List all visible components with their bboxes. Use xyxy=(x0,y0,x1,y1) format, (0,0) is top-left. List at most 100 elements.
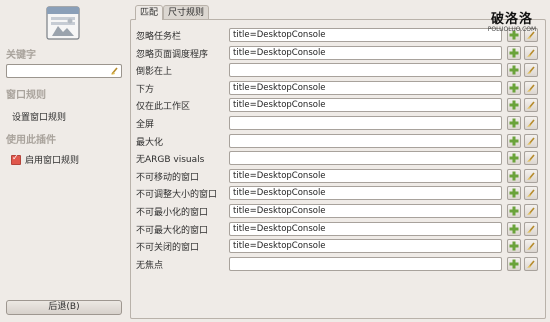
edit-rule-button[interactable] xyxy=(524,257,538,271)
edit-rule-button[interactable] xyxy=(524,204,538,218)
edit-rule-button[interactable] xyxy=(524,63,538,77)
enable-plugin-checkbox[interactable] xyxy=(11,153,21,165)
watermark-url: POLUOLUO.COM xyxy=(487,26,537,33)
add-rule-button[interactable] xyxy=(507,151,521,165)
rule-value-input[interactable] xyxy=(229,134,502,148)
brush-icon xyxy=(527,172,535,180)
set-window-rules-link[interactable]: 设置窗口规则 xyxy=(12,110,66,123)
edit-rule-button[interactable] xyxy=(524,186,538,200)
add-rule-button[interactable] xyxy=(507,134,521,148)
add-rule-button[interactable] xyxy=(507,239,521,253)
rule-row: 倒影在上 xyxy=(136,63,546,77)
add-rule-button[interactable] xyxy=(507,81,521,95)
rule-value-input[interactable] xyxy=(229,63,502,77)
rule-label: 无ARGB visuals xyxy=(136,155,205,165)
edit-rule-button[interactable] xyxy=(524,81,538,95)
brush-icon xyxy=(527,119,535,127)
rule-value-input[interactable]: title=DesktopConsole xyxy=(229,28,502,42)
rule-label: 倒影在上 xyxy=(136,67,173,77)
rule-value-input[interactable]: title=DesktopConsole xyxy=(229,204,502,218)
plus-icon xyxy=(509,153,519,163)
plus-icon xyxy=(509,188,519,198)
rule-label: 仅在此工作区 xyxy=(136,102,191,112)
rule-value-input[interactable]: title=DesktopConsole xyxy=(229,186,502,200)
plus-icon xyxy=(509,206,519,216)
brush-icon xyxy=(527,84,535,92)
edit-rule-button[interactable] xyxy=(524,116,538,130)
edit-rule-button[interactable] xyxy=(524,169,538,183)
add-rule-button[interactable] xyxy=(507,98,521,112)
rule-value-input[interactable] xyxy=(229,151,502,165)
rule-value-input[interactable]: title=DesktopConsole xyxy=(229,81,502,95)
rule-label: 不可移动的窗口 xyxy=(136,173,200,183)
clear-search-icon[interactable] xyxy=(110,66,120,76)
add-rule-button[interactable] xyxy=(507,63,521,77)
rule-row: 不可关闭的窗口 title=DesktopConsole xyxy=(136,239,546,253)
add-rule-button[interactable] xyxy=(507,46,521,60)
search-input[interactable] xyxy=(6,64,122,78)
use-plugin-heading: 使用此插件 xyxy=(6,135,56,146)
rule-value-input[interactable]: title=DesktopConsole xyxy=(229,46,502,60)
tab-match[interactable]: 匹配 xyxy=(135,5,164,20)
brush-icon xyxy=(527,137,535,145)
plus-icon xyxy=(509,65,519,75)
plus-icon xyxy=(509,224,519,234)
edit-rule-button[interactable] xyxy=(524,134,538,148)
rule-row: 下方 title=DesktopConsole xyxy=(136,81,546,95)
add-rule-button[interactable] xyxy=(507,204,521,218)
rule-label: 不可最小化的窗口 xyxy=(136,208,209,218)
tab-bar: 匹配 尺寸规则 xyxy=(135,5,210,20)
back-button[interactable]: 后退(B) xyxy=(6,300,122,315)
edit-rule-button[interactable] xyxy=(524,98,538,112)
brush-icon xyxy=(527,154,535,162)
rule-label: 忽略页面调度程序 xyxy=(136,50,209,60)
rule-value-input[interactable] xyxy=(229,257,502,271)
add-rule-button[interactable] xyxy=(507,116,521,130)
rule-value-input[interactable] xyxy=(229,116,502,130)
rule-value-input[interactable]: title=DesktopConsole xyxy=(229,98,502,112)
rule-row: 全屏 xyxy=(136,116,546,130)
sidebar: 关键字 窗口规则 设置窗口规则 使用此插件 启用窗口规则 后退(B) xyxy=(0,0,130,322)
add-rule-button[interactable] xyxy=(507,186,521,200)
add-rule-button[interactable] xyxy=(507,169,521,183)
add-rule-button[interactable] xyxy=(507,257,521,271)
plus-icon xyxy=(509,83,519,93)
plus-icon xyxy=(509,100,519,110)
plus-icon xyxy=(509,48,519,58)
edit-rule-button[interactable] xyxy=(524,151,538,165)
add-rule-button[interactable] xyxy=(507,222,521,236)
rule-value-input[interactable]: title=DesktopConsole xyxy=(229,169,502,183)
rule-row: 无焦点 xyxy=(136,257,546,271)
rule-value-input[interactable]: title=DesktopConsole xyxy=(229,222,502,236)
brush-icon xyxy=(527,101,535,109)
rule-row: 不可调整大小的窗口 title=DesktopConsole xyxy=(136,186,546,200)
rule-row: 仅在此工作区 title=DesktopConsole xyxy=(136,98,546,112)
watermark: 破洛洛 POLUOLUO.COM xyxy=(476,8,548,33)
enable-plugin-row[interactable]: 启用窗口规则 xyxy=(11,153,79,166)
plus-icon xyxy=(509,259,519,269)
rule-value-input[interactable]: title=DesktopConsole xyxy=(229,239,502,253)
brush-icon xyxy=(527,66,535,74)
plus-icon xyxy=(509,118,519,128)
edit-rule-button[interactable] xyxy=(524,222,538,236)
rule-row: 最大化 xyxy=(136,134,546,148)
window-rules-heading: 窗口规则 xyxy=(6,90,46,101)
edit-rule-button[interactable] xyxy=(524,239,538,253)
rule-label: 下方 xyxy=(136,85,155,95)
watermark-title: 破洛洛 xyxy=(490,12,533,27)
rule-label: 全屏 xyxy=(136,120,155,130)
rule-label: 最大化 xyxy=(136,138,164,148)
window-rules-plugin-icon xyxy=(44,4,82,42)
tab-size-rules[interactable]: 尺寸规则 xyxy=(163,5,210,19)
edit-rule-button[interactable] xyxy=(524,46,538,60)
rule-row: 忽略页面调度程序 title=DesktopConsole xyxy=(136,46,546,60)
rule-label: 不可最大化的窗口 xyxy=(136,226,209,236)
plus-icon xyxy=(509,171,519,181)
rule-label: 无焦点 xyxy=(136,261,164,271)
rule-row: 不可移动的窗口 title=DesktopConsole xyxy=(136,169,546,183)
rule-row: 不可最小化的窗口 title=DesktopConsole xyxy=(136,204,546,218)
brush-icon xyxy=(527,225,535,233)
rule-label: 不可关闭的窗口 xyxy=(136,243,200,253)
rule-row: 无ARGB visuals xyxy=(136,151,546,165)
rule-row: 不可最大化的窗口 title=DesktopConsole xyxy=(136,222,546,236)
